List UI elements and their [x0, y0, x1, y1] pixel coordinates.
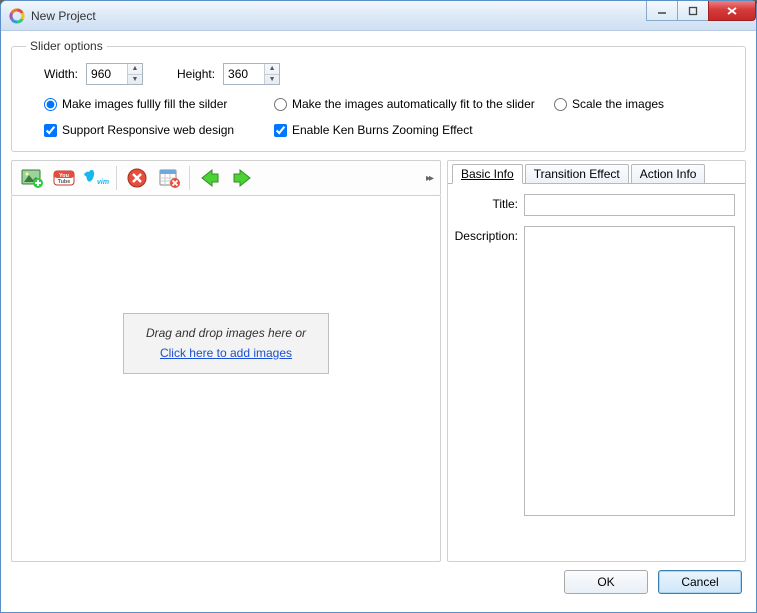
title-input[interactable] [524, 194, 735, 216]
fit-mode-fill[interactable]: Make images fullly fill the silder [44, 97, 274, 111]
responsive-checkbox[interactable] [44, 124, 57, 137]
tabs: Basic Info Transition Effect Action Info [448, 161, 745, 183]
prev-button[interactable] [196, 164, 224, 192]
vimeo-button[interactable]: vimeo [82, 164, 110, 192]
tab-body: Title: Description: [448, 183, 745, 561]
svg-text:vimeo: vimeo [97, 179, 109, 186]
clear-schedule-button[interactable] [155, 164, 183, 192]
minimize-button[interactable] [646, 1, 678, 21]
tab-transition-effect[interactable]: Transition Effect [525, 164, 629, 184]
close-button[interactable] [708, 1, 756, 21]
width-label: Width: [44, 67, 78, 81]
toolbar-separator [189, 166, 190, 190]
maximize-button[interactable] [677, 1, 709, 21]
fit-mode-fill-radio[interactable] [44, 98, 57, 111]
drop-hint: Drag and drop images here or Click here … [123, 313, 329, 373]
youtube-icon: You Tube [52, 166, 76, 190]
workspace: You Tube vimeo [11, 160, 746, 562]
fit-mode-fill-label: Make images fullly fill the silder [62, 97, 227, 111]
tab-action-info[interactable]: Action Info [631, 164, 706, 184]
youtube-button[interactable]: You Tube [50, 164, 78, 192]
cancel-button[interactable]: Cancel [658, 570, 742, 594]
add-images-link[interactable]: Click here to add images [160, 346, 292, 360]
drop-hint-text: Drag and drop images here or [146, 326, 306, 340]
titlebar[interactable]: New Project [1, 1, 756, 31]
calendar-delete-icon [157, 166, 181, 190]
toolbar: You Tube vimeo [11, 160, 441, 196]
width-input[interactable] [87, 64, 127, 84]
fit-mode-scale-label: Scale the images [572, 97, 664, 111]
svg-text:Tube: Tube [58, 179, 71, 185]
height-down-icon[interactable]: ▼ [265, 75, 279, 85]
fit-mode-auto[interactable]: Make the images automatically fit to the… [274, 97, 554, 111]
dialog-content: Slider options Width: ▲ ▼ Height: ▲ ▼ [1, 31, 756, 612]
width-down-icon[interactable]: ▼ [128, 75, 142, 85]
slider-options-group: Slider options Width: ▲ ▼ Height: ▲ ▼ [11, 39, 746, 152]
height-up-icon[interactable]: ▲ [265, 64, 279, 75]
responsive-checkbox-label[interactable]: Support Responsive web design [44, 123, 274, 137]
width-up-icon[interactable]: ▲ [128, 64, 142, 75]
add-image-icon [20, 166, 44, 190]
width-stepper[interactable]: ▲ ▼ [86, 63, 143, 85]
height-stepper[interactable]: ▲ ▼ [223, 63, 280, 85]
responsive-text: Support Responsive web design [62, 123, 234, 137]
fit-mode-auto-radio[interactable] [274, 98, 287, 111]
delete-button[interactable] [123, 164, 151, 192]
image-drop-area[interactable]: Drag and drop images here or Click here … [11, 196, 441, 562]
kenburns-checkbox[interactable] [274, 124, 287, 137]
dialog-window: New Project Slider options Width: ▲ [0, 0, 757, 613]
add-image-button[interactable] [18, 164, 46, 192]
fit-mode-auto-label: Make the images automatically fit to the… [292, 97, 535, 111]
dialog-footer: OK Cancel [11, 562, 746, 602]
kenburns-text: Enable Ken Burns Zooming Effect [292, 123, 473, 137]
height-label: Height: [177, 67, 215, 81]
arrow-right-icon [231, 167, 253, 189]
description-textarea[interactable] [524, 226, 735, 516]
toolbar-overflow[interactable]: ▸▸ [426, 173, 432, 184]
fit-mode-scale[interactable]: Scale the images [554, 97, 664, 111]
arrow-left-icon [199, 167, 221, 189]
delete-icon [126, 167, 148, 189]
ok-button[interactable]: OK [564, 570, 648, 594]
kenburns-checkbox-label[interactable]: Enable Ken Burns Zooming Effect [274, 123, 473, 137]
height-input[interactable] [224, 64, 264, 84]
toolbar-separator [116, 166, 117, 190]
fit-mode-scale-radio[interactable] [554, 98, 567, 111]
app-icon [9, 8, 25, 24]
description-label: Description: [454, 226, 524, 541]
window-title: New Project [31, 9, 96, 23]
left-pane: You Tube vimeo [11, 160, 441, 562]
window-controls [647, 1, 756, 21]
tab-basic-info[interactable]: Basic Info [452, 164, 523, 184]
vimeo-icon: vimeo [83, 166, 109, 190]
slider-options-legend: Slider options [26, 39, 107, 53]
title-label: Title: [454, 194, 524, 216]
next-button[interactable] [228, 164, 256, 192]
right-pane: Basic Info Transition Effect Action Info… [447, 160, 746, 562]
